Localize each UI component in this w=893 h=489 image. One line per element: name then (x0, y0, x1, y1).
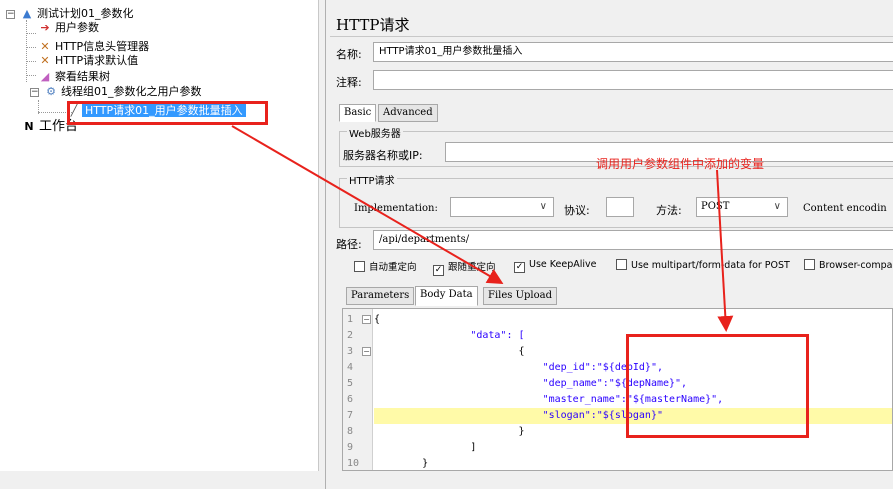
follow-redirects-checkbox[interactable]: ✓ 跟随重定向 (433, 259, 496, 276)
comment-label: 注释: (336, 76, 362, 89)
tree-connector (26, 20, 27, 82)
code-line: } (374, 458, 429, 469)
path-field[interactable]: /api/departments/ (373, 230, 893, 250)
checkbox-box (354, 261, 365, 272)
tree-connector (26, 47, 36, 48)
page-title: HTTP请求 (336, 16, 410, 34)
path-label: 路径: (336, 238, 362, 251)
annotation-text: 调用用户参数组件中添加的变量 (596, 157, 765, 171)
tree-item-user-params[interactable]: ➔ 用户参数 (38, 21, 99, 35)
http-request-group-title: HTTP请求 (347, 172, 397, 187)
tree-item-label: 察看结果树 (55, 70, 110, 83)
line-number: 7 (347, 410, 354, 421)
method-select[interactable]: POST ∨ (696, 197, 788, 217)
checkbox-label: Use multipart/form-data for POST (631, 260, 790, 271)
workbench-icon: N (24, 120, 34, 133)
tree-connector (26, 61, 36, 62)
method-label: 方法: (656, 204, 682, 217)
tab-parameters[interactable]: Parameters (346, 287, 415, 305)
multipart-checkbox[interactable]: Use multipart/form-data for POST (616, 259, 790, 271)
line-number: 4 (347, 362, 354, 373)
tree-connector (26, 33, 36, 34)
auto-redirect-checkbox[interactable]: 自动重定向 (354, 259, 417, 273)
protocol-field[interactable] (606, 197, 634, 217)
code-line: { (374, 314, 381, 325)
fold-toggle-icon[interactable]: − (362, 315, 371, 324)
user-params-icon: ➔ (40, 21, 50, 34)
body-data-editor[interactable]: 1 2 3 4 5 6 7 8 9 10 − − { "data": [ { "… (342, 308, 893, 471)
line-number: 5 (347, 378, 354, 389)
tree-item-label: HTTP信息头管理器 (55, 40, 150, 53)
checkbox-label: Browser-compa (819, 260, 893, 271)
tab-files-upload[interactable]: Files Upload (483, 287, 557, 305)
collapse-toggle[interactable]: − (6, 10, 15, 19)
tree-item-results-tree[interactable]: ◢ 察看结果树 (38, 70, 110, 84)
checkbox-box (804, 259, 815, 270)
tab-advanced[interactable]: Advanced (378, 104, 438, 122)
protocol-label: 协议: (564, 204, 590, 217)
checkbox-label: 自动重定向 (369, 262, 417, 273)
checkbox-label: 跟随重定向 (448, 262, 496, 273)
tree-item-thread-group[interactable]: ⚙ 线程组01_参数化之用户参数 (44, 85, 202, 99)
collapse-toggle[interactable]: − (30, 88, 39, 97)
line-number: 8 (347, 426, 354, 437)
keepalive-checkbox[interactable]: ✓ Use KeepAlive (514, 259, 597, 273)
check-icon: ✓ (514, 262, 525, 273)
chevron-down-icon: ∨ (773, 201, 781, 212)
tab-body-data[interactable]: Body Data (415, 286, 478, 306)
test-plan-tree: − ▲ 测试计划01_参数化 ➔ 用户参数 ✕ HTTP信息头管理器 ✕ HTTP请求默… (0, 0, 319, 471)
checkbox-box (616, 259, 627, 270)
line-number: 10 (347, 458, 360, 469)
divider (330, 36, 893, 37)
tab-basic[interactable]: Basic (339, 104, 377, 122)
implementation-label: Implementation: (354, 203, 438, 214)
code-line: ] (374, 442, 477, 453)
chevron-down-icon: ∨ (539, 201, 547, 212)
line-number: 9 (347, 442, 354, 453)
browser-compatible-checkbox[interactable]: Browser-compa (804, 259, 892, 271)
name-label: 名称: (336, 48, 362, 61)
checkbox-label: Use KeepAlive (529, 259, 597, 270)
tree-connector (26, 75, 36, 76)
line-number: 6 (347, 394, 354, 405)
method-value: POST (701, 201, 730, 212)
tree-item-label: 线程组01_参数化之用户参数 (61, 85, 202, 98)
tree-item-header-manager[interactable]: ✕ HTTP信息头管理器 (38, 40, 149, 54)
name-field[interactable]: HTTP请求01_用户参数批量插入 (373, 42, 893, 62)
fold-toggle-icon[interactable]: − (362, 347, 371, 356)
results-tree-icon: ◢ (40, 70, 50, 83)
check-icon: ✓ (433, 265, 444, 276)
highlight-box-tree-item (67, 101, 268, 125)
tree-item-request-defaults[interactable]: ✕ HTTP请求默认值 (38, 54, 138, 68)
wrench-icon: ✕ (40, 54, 50, 67)
wrench-icon: ✕ (40, 40, 50, 53)
thread-group-icon: ⚙ (46, 85, 56, 98)
server-label: 服务器名称或IP: (343, 149, 423, 162)
tree-item-label: HTTP请求默认值 (55, 54, 139, 67)
web-server-group-title: Web服务器 (347, 125, 403, 140)
tree-item-label: 测试计划01_参数化 (37, 7, 134, 20)
highlight-box-variables (626, 334, 809, 438)
implementation-select[interactable]: ∨ (450, 197, 554, 217)
content-encoding-label: Content encodin (803, 203, 887, 214)
line-number: 2 (347, 330, 354, 341)
test-plan-icon: ▲ (22, 7, 32, 20)
comment-field[interactable] (373, 70, 893, 90)
tree-item-test-plan[interactable]: ▲ 测试计划01_参数化 (20, 7, 134, 21)
tree-item-label: 用户参数 (55, 21, 99, 34)
